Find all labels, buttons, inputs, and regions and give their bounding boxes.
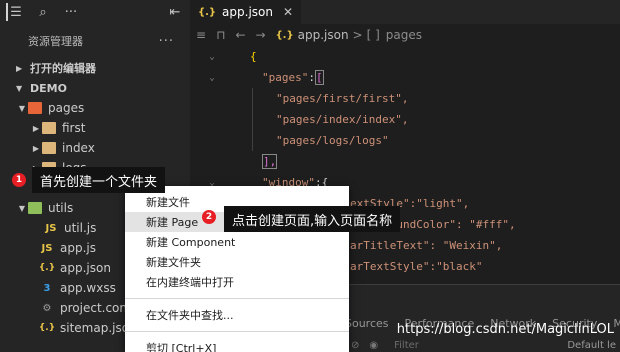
- search-icon[interactable]: ⌕: [34, 3, 52, 21]
- folder-icon: [42, 142, 56, 154]
- close-icon[interactable]: ✕: [283, 5, 293, 19]
- breadcrumb-file[interactable]: app.json: [298, 28, 349, 42]
- menu-item-new-component[interactable]: 新建 Component: [125, 232, 349, 252]
- section-open-editors-label: 打开的编辑器: [30, 62, 96, 75]
- breadcrumb: ≡ ⊓ ← → {.} app.json > [ ] pages: [190, 24, 620, 46]
- folder-icon: [28, 102, 42, 114]
- tree-item-label: utils: [48, 201, 74, 215]
- json-file-icon: {.}: [38, 263, 56, 273]
- tab-label: app.json: [222, 5, 273, 19]
- json-file-icon: {.}: [38, 323, 56, 333]
- code-line: "pages/first/first",: [190, 88, 620, 109]
- explorer-more-button[interactable]: ···: [159, 34, 174, 49]
- array-icon: [ ]: [366, 28, 380, 42]
- collapse-panel-icon[interactable]: ⇤: [166, 3, 184, 21]
- bookmark-icon[interactable]: ⊓: [216, 28, 225, 42]
- default-levels-dropdown[interactable]: Default le: [567, 340, 620, 351]
- annotation-step-1-text: 首先创建一个文件夹: [40, 174, 158, 190]
- section-project[interactable]: ▼ DEMO: [0, 78, 190, 98]
- step-1-badge: 1: [12, 173, 26, 187]
- tree-item-label: pages: [48, 101, 85, 115]
- menu-separator: [125, 331, 349, 332]
- tree-item-label: first: [62, 121, 86, 135]
- tree-item-index[interactable]: ▶ index: [0, 138, 190, 158]
- filter-input[interactable]: Filter: [394, 340, 419, 351]
- css-file-icon: 3: [43, 282, 51, 294]
- tree-item-pages[interactable]: ▼ pages: [0, 98, 190, 118]
- menu-item-open-in-terminal[interactable]: 在内建终端中打开: [125, 272, 349, 292]
- editor-tab-bar: {.} app.json ✕: [190, 0, 620, 24]
- chevron-right-icon: ▶: [32, 143, 40, 153]
- annotation-step-1: 首先创建一个文件夹: [32, 167, 166, 193]
- tab-app-json[interactable]: {.} app.json ✕: [190, 0, 302, 24]
- folder-icon: [28, 202, 42, 214]
- code-line: ⌄ {: [190, 46, 620, 67]
- explorer-title: 资源管理器: [28, 35, 83, 48]
- list-view-icon[interactable]: ≡: [196, 28, 206, 42]
- menu-item-find-in-folder[interactable]: 在文件夹中查找...: [125, 305, 349, 325]
- tree-item-label: project.confi: [60, 301, 135, 315]
- back-arrow-icon[interactable]: ←: [235, 28, 245, 42]
- eye-icon[interactable]: ◉: [369, 340, 378, 351]
- tree-item-label: app.wxss: [60, 281, 116, 295]
- annotation-step-2-text: 点击创建页面,输入页面名称: [232, 213, 393, 229]
- forward-arrow-icon[interactable]: →: [256, 28, 266, 42]
- json-file-icon: {.}: [198, 6, 217, 18]
- code-line: ],: [262, 154, 278, 169]
- devtools-panel: Sources Performance Network Security Mo …: [345, 284, 620, 352]
- tree-item-label: app.js: [60, 241, 96, 255]
- code-line: "pages/logs/logs": [190, 130, 620, 151]
- tab-more[interactable]: Mo: [613, 317, 620, 330]
- explorer-title-bar: 资源管理器 ···: [0, 24, 190, 58]
- menu-item-cut[interactable]: 剪切 [Ctrl+X]: [125, 338, 349, 352]
- tab-sources[interactable]: Sources: [345, 317, 389, 330]
- tree-item-first[interactable]: ▶ first: [0, 118, 190, 138]
- folder-icon: [42, 122, 56, 134]
- watermark: https://blog.csdn.net/MagicIinLOL: [396, 322, 614, 337]
- code-line: "pages/index/index",: [190, 109, 620, 130]
- console-filter-row: ⊘ ◉ Filter Default le: [345, 337, 620, 352]
- menu-separator: [125, 298, 349, 299]
- list-icon[interactable]: ☰: [6, 3, 24, 21]
- js-file-icon: JS: [45, 222, 57, 234]
- chevron-right-icon: ▶: [32, 123, 40, 133]
- section-open-editors[interactable]: ▶ 打开的编辑器: [0, 58, 190, 78]
- breadcrumb-separator: >: [352, 28, 363, 42]
- annotation-step-2: 点击创建页面,输入页面名称: [224, 206, 401, 232]
- console-clear-icon[interactable]: ⊘: [351, 340, 359, 351]
- json-file-icon: {.}: [275, 29, 294, 41]
- tree-item-label: app.json: [60, 261, 111, 275]
- breadcrumb-item[interactable]: pages: [386, 28, 422, 42]
- more-icon[interactable]: ···: [62, 3, 80, 21]
- gear-icon: ⚙: [42, 302, 52, 314]
- code-line: ⌄ "pages" : [: [190, 67, 620, 88]
- chevron-down-icon: ▼: [18, 103, 26, 113]
- tree-item-label: util.js: [64, 221, 97, 235]
- fold-chevron-icon[interactable]: ⌄: [190, 73, 234, 83]
- section-project-label: DEMO: [30, 81, 67, 95]
- fold-chevron-icon[interactable]: ⌄: [190, 52, 234, 62]
- menu-item-new-folder[interactable]: 新建文件夹: [125, 252, 349, 272]
- js-file-icon: JS: [41, 242, 53, 254]
- step-2-badge: 2: [202, 210, 216, 224]
- sidebar-toolbar: ☰ ⌕ ··· ⇤: [0, 0, 190, 24]
- chevron-right-icon: ▶: [16, 63, 23, 73]
- tree-item-label: index: [62, 141, 95, 155]
- chevron-down-icon: ▼: [16, 83, 23, 93]
- chevron-down-icon: ▼: [18, 203, 26, 213]
